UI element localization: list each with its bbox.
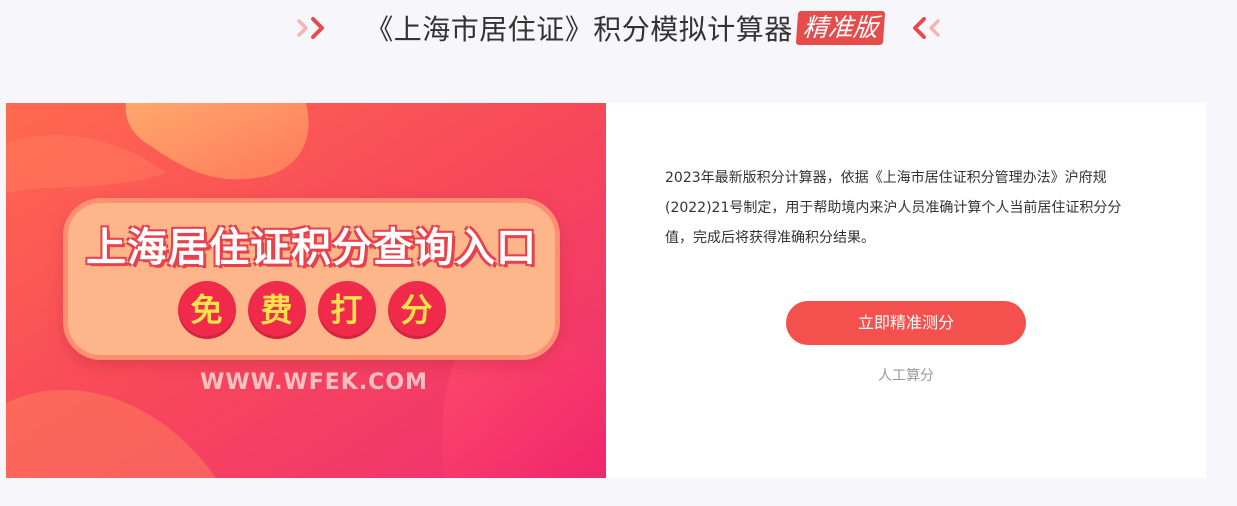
- promo-banner: 上海居住证积分查询入口 免 费 打 分 WWW.WFEK.COM: [6, 103, 606, 478]
- start-calculation-button[interactable]: 立即精准测分: [786, 301, 1026, 345]
- edition-badge: 精准版: [795, 11, 885, 45]
- banner-tagline: 免 费 打 分: [68, 281, 555, 339]
- page-title: 《上海市居住证》积分模拟计算器: [365, 13, 793, 46]
- tagline-char: 免: [177, 281, 236, 339]
- tagline-char: 费: [247, 281, 306, 339]
- manual-calculation-link[interactable]: 人工算分: [606, 365, 1206, 385]
- tagline-char: 分: [387, 281, 446, 339]
- tagline-char: 打: [317, 281, 376, 339]
- page-header: 《上海市居住证》积分模拟计算器 精准版: [0, 0, 1237, 56]
- banner-headline: 上海居住证积分查询入口: [86, 225, 537, 271]
- banner-watermark: WWW.WFEK.COM: [200, 370, 428, 395]
- info-panel: 2023年最新版积分计算器，依据《上海市居住证积分管理办法》沪府规(2022)2…: [606, 103, 1206, 478]
- calculator-card: 上海居住证积分查询入口 免 费 打 分 WWW.WFEK.COM 2023年最新…: [6, 103, 1206, 478]
- double-chevron-left-icon: [906, 13, 942, 43]
- double-chevron-right-icon: [295, 13, 331, 43]
- banner-plate: 上海居住证积分查询入口 免 费 打 分: [63, 198, 560, 360]
- calculator-description: 2023年最新版积分计算器，依据《上海市居住证积分管理办法》沪府规(2022)2…: [665, 170, 1122, 246]
